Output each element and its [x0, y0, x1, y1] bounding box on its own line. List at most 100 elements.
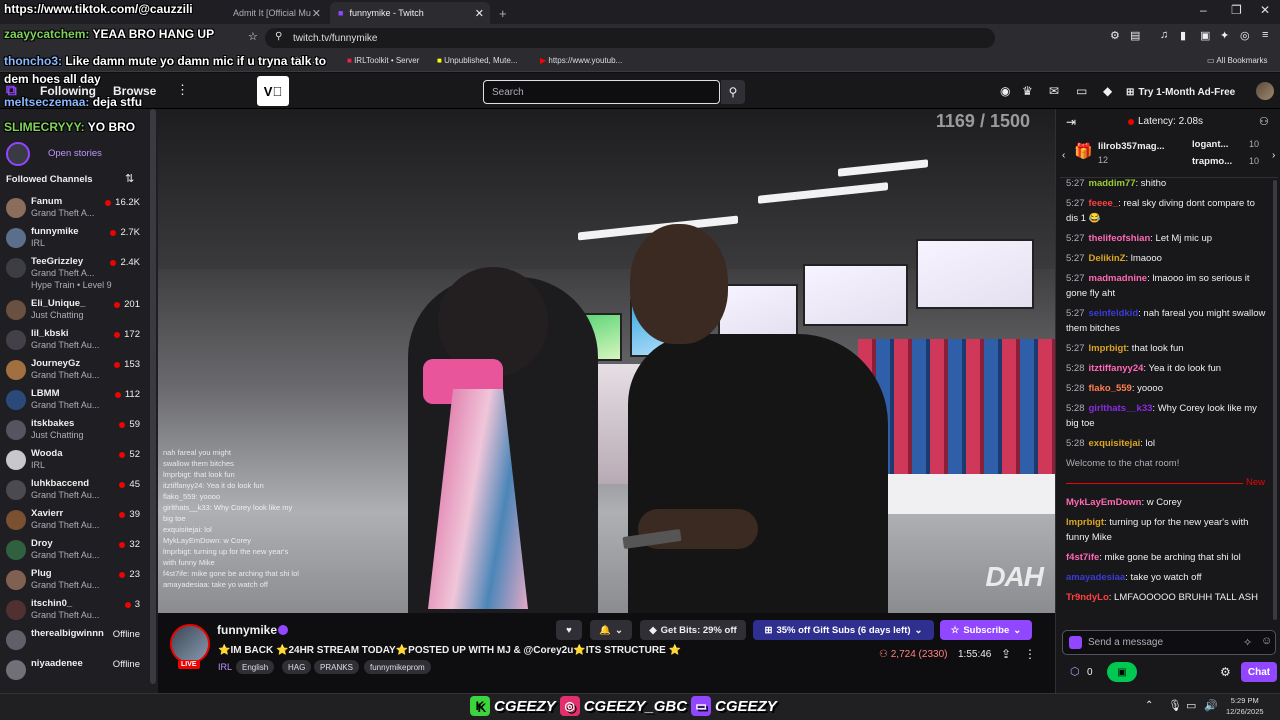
stories-avatar[interactable] [6, 142, 30, 166]
close-icon[interactable]: ✕ [475, 7, 484, 20]
chat-username[interactable]: itztiffanyy24 [1089, 363, 1144, 374]
sidebar-channel[interactable]: Xavierr Grand Theft Au... 39 [0, 507, 150, 537]
sidebar-channel[interactable]: LBMM Grand Theft Au... 112 [0, 387, 150, 417]
user-avatar[interactable] [1256, 82, 1274, 100]
search-input[interactable]: Search [483, 80, 720, 104]
notifications-button[interactable]: 🔔 ⌄ [590, 620, 632, 640]
claim-bonus-icon[interactable]: ▣ [1107, 662, 1137, 682]
sidebar-channel[interactable]: Plug Grand Theft Au... 23 [0, 567, 150, 597]
chat-username[interactable]: amayadesiaa [1066, 572, 1125, 583]
music-icon[interactable]: ♫ [1160, 29, 1168, 41]
chevron-left-icon[interactable]: ‹ [1062, 150, 1065, 161]
sidebar-channel[interactable]: itskbakes Just Chatting 59 [0, 417, 150, 447]
gear-icon[interactable]: ⚙ [1220, 665, 1231, 679]
vpn-icon[interactable]: ◎ [1240, 29, 1250, 42]
gifter-name[interactable]: logant... [1192, 139, 1228, 150]
sidebar-channel[interactable]: Fanum Grand Theft A... 16.2K [0, 195, 150, 225]
streamer-avatar[interactable] [170, 624, 210, 664]
stream-category[interactable]: IRL [218, 662, 232, 672]
chat-username[interactable]: exquisitejai [1089, 438, 1141, 449]
users-icon[interactable]: ⚇ [1259, 115, 1269, 128]
reader-icon[interactable]: ▤ [1130, 29, 1140, 42]
chat-username[interactable]: MykLayEmDown [1066, 497, 1142, 508]
address-bar[interactable]: ⚲ twitch.tv/funnymike [265, 28, 995, 48]
window-close-button[interactable]: ✕ [1260, 3, 1270, 17]
tray-chevron-icon[interactable]: ⌃ [1145, 700, 1153, 711]
sidebar-channel[interactable]: JourneyGz Grand Theft Au... 153 [0, 357, 150, 387]
tag-pranks[interactable]: PRANKS [314, 660, 359, 674]
whispers-icon[interactable]: ▭ [1076, 84, 1087, 98]
sidebar-channel[interactable]: Wooda IRL 52 [0, 447, 150, 477]
share-icon[interactable]: ⇪ [1001, 647, 1011, 661]
chat-username[interactable]: lmprbigt [1089, 343, 1127, 354]
wallet-icon[interactable]: ▣ [1200, 29, 1210, 42]
bookmark-star-icon[interactable]: ☆ [248, 30, 258, 43]
chat-input[interactable]: Send a message ✧ ☺ [1062, 630, 1276, 655]
crown-icon[interactable]: ♛ [1022, 84, 1033, 98]
site-settings-icon[interactable]: ⚲ [275, 31, 282, 42]
video-player[interactable]: 1169 / 1500 DAH nah fareal you might swa… [158, 109, 1055, 613]
chat-username[interactable]: seinfeldkid [1089, 308, 1139, 319]
extension-icon[interactable]: ⚙ [1110, 29, 1120, 42]
collapse-chat-icon[interactable]: ⇥ [1066, 115, 1076, 129]
sidebar-channel[interactable]: lil_kbski Grand Theft Au... 172 [0, 327, 150, 357]
sidebar-channel[interactable]: funnymike IRL 2.7K [0, 225, 150, 255]
get-bits-button[interactable]: ◆ Get Bits: 29% off [640, 620, 746, 640]
gift-subs-button[interactable]: ⊞ 35% off Gift Subs (6 days left) ⌄ [753, 620, 934, 640]
sidebar-channel[interactable]: itschin0_ Grand Theft Au... 3 [0, 597, 150, 627]
sidebar-channel[interactable]: Eli_Unique_ Just Chatting 201 [0, 297, 150, 327]
tag-english[interactable]: English [236, 660, 275, 674]
rewards-icon[interactable]: ◉ [1000, 84, 1010, 98]
sidebar-icon[interactable]: ▮ [1180, 29, 1186, 42]
chat-scrollbar[interactable] [1273, 180, 1277, 620]
system-clock[interactable]: 5:29 PM 12/26/2025 [1226, 695, 1264, 717]
menu-icon[interactable]: ≡ [1262, 29, 1268, 41]
chat-username[interactable]: feeee_ [1089, 198, 1119, 209]
chat-username[interactable]: lmprbigt [1066, 517, 1104, 528]
open-stories-link[interactable]: Open stories [48, 148, 102, 159]
sort-icon[interactable]: ⇅ [125, 172, 134, 185]
chat-username[interactable]: thelifeofshian [1089, 233, 1151, 244]
emote-icon[interactable]: ☺ [1261, 635, 1272, 647]
sidebar-channel[interactable]: TeeGrizzley Grand Theft A... Hype Train • … [0, 255, 150, 290]
more-options-icon[interactable]: ⋮ [1024, 647, 1036, 661]
leo-icon[interactable]: ✦ [1220, 29, 1229, 42]
maximize-button[interactable]: ❐ [1231, 3, 1242, 17]
tag-hag[interactable]: HAG [282, 660, 312, 674]
minimize-button[interactable]: – [1200, 3, 1207, 17]
chat-username[interactable]: madmadnine [1089, 273, 1148, 284]
chat-username[interactable]: girlthats__k33 [1089, 403, 1153, 414]
sidebar-channel[interactable]: niyaadenee Offline [0, 657, 150, 687]
gifter-name[interactable]: lilrob357mag... [1098, 141, 1165, 152]
network-icon[interactable]: ▭ [1186, 699, 1196, 712]
chat-username[interactable]: Tr9ndyLo [1066, 592, 1109, 603]
follow-button[interactable]: ♥ [556, 620, 582, 640]
chat-username[interactable]: f4st7ife [1066, 552, 1099, 563]
inbox-icon[interactable]: ✉ [1049, 84, 1059, 98]
chevron-right-icon[interactable]: › [1272, 150, 1275, 161]
ad-free-button[interactable]: ⊞ Try 1-Month Ad-Free [1126, 82, 1235, 102]
gifter-name[interactable]: trapmo... [1192, 156, 1232, 167]
search-button[interactable]: ⚲ [721, 80, 745, 104]
bookmark-item[interactable]: ■ IRLToolkit • Server [347, 56, 419, 65]
close-icon[interactable]: ✕ [312, 7, 321, 20]
sidebar-channel[interactable]: Droy Grand Theft Au... 32 [0, 537, 150, 567]
volume-icon[interactable]: 🔊 [1204, 699, 1218, 712]
chat-username[interactable]: flako_559 [1089, 383, 1132, 394]
subscribe-button[interactable]: ☆ Subscribe ⌄ [940, 620, 1032, 640]
tag-funnymikeprom[interactable]: funnymikeprom [364, 660, 431, 674]
sidebar-channel[interactable]: therealbigwinnn Offline [0, 627, 150, 657]
bits-cheer-icon[interactable]: ✧ [1243, 636, 1252, 649]
chat-badge-icon[interactable] [1069, 636, 1082, 649]
bits-icon[interactable]: ◆ [1103, 84, 1112, 98]
bookmark-item[interactable]: ▶ https://www.youtub... [540, 56, 622, 65]
chat-send-button[interactable]: Chat [1241, 662, 1277, 682]
chat-username[interactable]: maddim77 [1089, 178, 1136, 189]
sidebar-scrollbar[interactable] [150, 109, 156, 684]
streamer-name[interactable]: funnymike [217, 623, 277, 637]
browser-tab-active[interactable]: ■ funnymike - Twitch ✕ [330, 2, 490, 24]
bookmark-item[interactable]: ■ Unpublished, Mute... [437, 56, 517, 65]
new-tab-button[interactable]: + [495, 2, 515, 24]
sidebar-channel[interactable]: luhkbaccend Grand Theft Au... 45 [0, 477, 150, 507]
browser-tab[interactable]: Admit It [Official Mu ✕ [225, 2, 327, 24]
